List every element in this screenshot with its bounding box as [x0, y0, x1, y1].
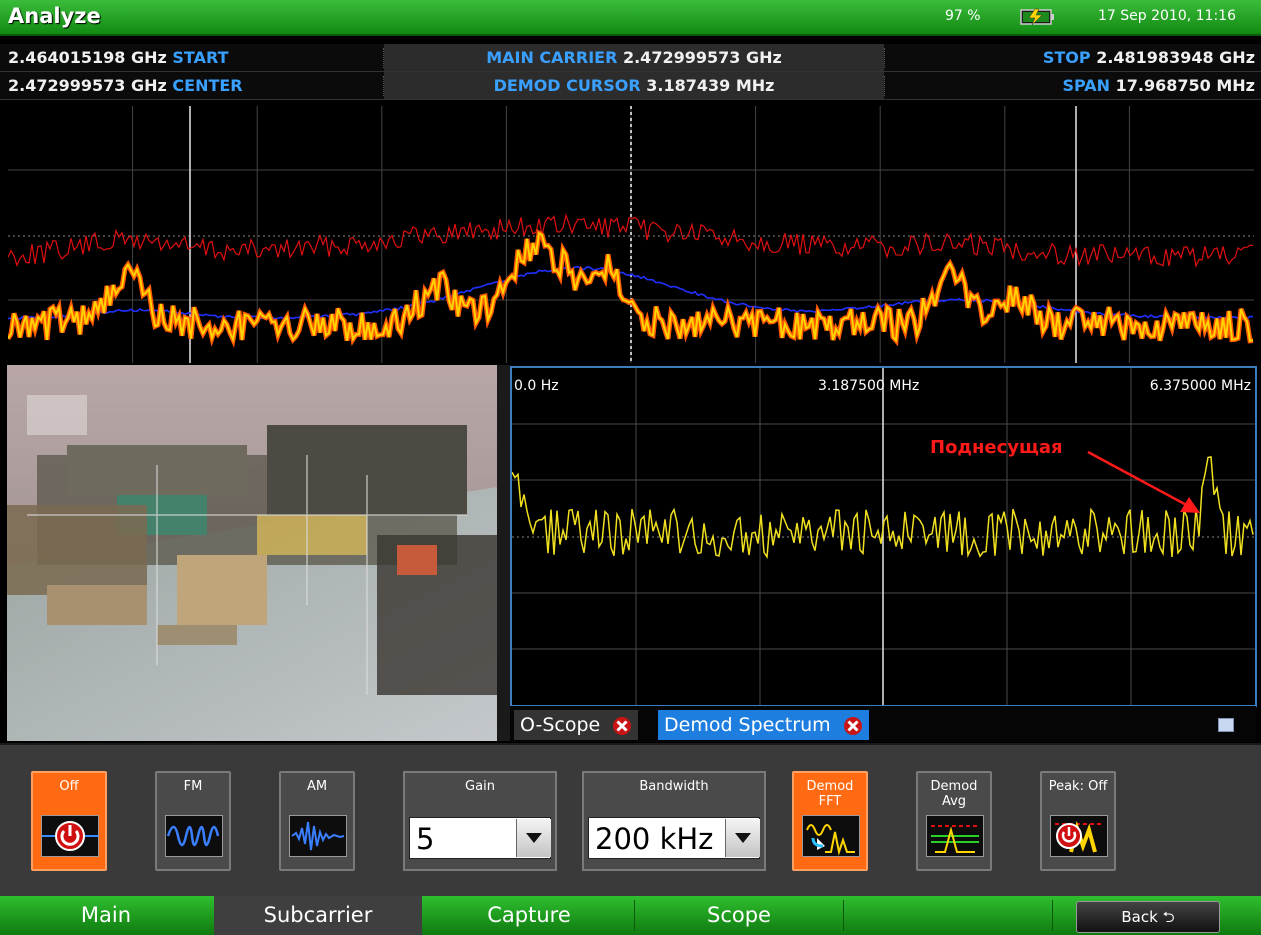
demod-spectrum-panel[interactable]: 0.0 Hz 3.187500 MHz 6.375000 MHz: [510, 366, 1257, 707]
bandwidth-select[interactable]: 200 kHz: [588, 817, 760, 859]
bandwidth-label: Bandwidth: [639, 779, 709, 794]
am-button[interactable]: AM: [279, 771, 355, 871]
demod-avg-label: Demod Avg: [930, 779, 978, 809]
main-carrier-readout[interactable]: MAIN CARRIER 2.472999573 GHz: [384, 44, 884, 71]
demod-cursor-value: 3.187439 MHz: [646, 76, 775, 95]
gain-label: Gain: [465, 779, 495, 794]
chevron-down-icon[interactable]: [516, 819, 551, 857]
chevron-down-icon[interactable]: [725, 819, 760, 857]
demod-cursor-label: DEMOD CURSOR: [493, 76, 641, 95]
tab-o-scope[interactable]: O-Scope: [514, 710, 639, 740]
close-icon[interactable]: [612, 716, 632, 736]
am-button-label: AM: [306, 779, 328, 794]
demod-avg-button[interactable]: Demod Avg: [916, 771, 992, 871]
separator: [884, 48, 885, 68]
fm-button[interactable]: FM: [155, 771, 231, 871]
main-carrier-value: 2.472999573 GHz: [622, 48, 782, 67]
close-icon[interactable]: [843, 716, 863, 736]
span-readout[interactable]: SPAN 17.968750 MHz: [1063, 72, 1255, 99]
video-feed: [7, 365, 510, 741]
center-value: 2.472999573 GHz: [8, 76, 167, 95]
demod-fft-label: Demod FFT: [806, 779, 854, 809]
start-value: 2.464015198 GHz: [8, 48, 167, 67]
demod-fft-button[interactable]: Demod FFT: [792, 771, 868, 871]
bandwidth-value: 200 kHz: [595, 822, 714, 856]
gain-control: Gain 5: [403, 771, 557, 871]
peak-icon: [1050, 815, 1108, 857]
tab-demod-spectrum[interactable]: Demod Spectrum: [658, 710, 869, 740]
stop-value: 2.481983948 GHz: [1096, 48, 1255, 67]
center-label: CENTER: [172, 76, 243, 95]
spectrum-plot[interactable]: [8, 106, 1254, 363]
date-time: 17 Sep 2010, 11:16: [1098, 8, 1236, 24]
off-button[interactable]: Off: [31, 771, 107, 871]
gain-value: 5: [416, 822, 435, 856]
main-carrier-label: MAIN CARRIER: [486, 48, 618, 67]
info-row-2: 2.472999573 GHz CENTER DEMOD CURSOR 3.18…: [0, 72, 1261, 100]
tab-subcarrier[interactable]: Subcarrier: [214, 896, 422, 935]
span-value: 17.968750 MHz: [1115, 76, 1255, 95]
demod-cursor-readout[interactable]: DEMOD CURSOR 3.187439 MHz: [384, 72, 884, 99]
panel-tab-strip: O-Scope Demod Spectrum: [510, 706, 1256, 742]
off-button-label: Off: [59, 779, 79, 794]
tab-divider: [1052, 900, 1053, 931]
tab-scope[interactable]: Scope: [635, 896, 843, 935]
subcarrier-annotation: Поднесущая: [930, 437, 1063, 458]
demod-fft-icon: [802, 815, 860, 857]
title-bar: Analyze 97 % 17 Sep 2010, 11:16: [0, 0, 1261, 36]
peak-label: Peak: Off: [1048, 779, 1108, 794]
power-icon: [41, 815, 99, 857]
stop-label: STOP: [1042, 48, 1091, 67]
back-button[interactable]: Back ⮌: [1076, 901, 1220, 933]
center-readout[interactable]: 2.472999573 GHz CENTER: [8, 72, 243, 99]
annotation-arrowhead: [1180, 497, 1200, 513]
info-row-1: 2.464015198 GHz START MAIN CARRIER 2.472…: [0, 44, 1261, 72]
freq-start-label: 0.0 Hz: [514, 378, 559, 394]
tab-divider: [843, 900, 844, 931]
fm-button-label: FM: [183, 779, 203, 794]
gain-select[interactable]: 5: [409, 817, 551, 859]
span-label: SPAN: [1062, 76, 1111, 95]
control-panel: Off FM AM Gain 5 Bandwidth 200 kHz Demod…: [0, 743, 1261, 898]
battery-percent: 97 %: [945, 8, 981, 24]
demod-spectrum-plot: [512, 368, 1255, 705]
peak-button[interactable]: Peak: Off: [1040, 771, 1116, 871]
panel-menu-icon[interactable]: [1218, 718, 1234, 732]
separator: [884, 76, 885, 96]
start-label: START: [172, 48, 229, 67]
demod-avg-icon: [926, 815, 984, 857]
tab-demod-spectrum-label: Demod Spectrum: [664, 714, 831, 736]
am-wave-icon: [289, 815, 347, 857]
app-title: Analyze: [8, 4, 101, 28]
tab-main[interactable]: Main: [0, 896, 212, 935]
freq-mid-label: 3.187500 MHz: [818, 378, 920, 394]
bandwidth-control: Bandwidth 200 kHz: [582, 771, 766, 871]
start-readout[interactable]: 2.464015198 GHz START: [8, 44, 228, 71]
stop-readout[interactable]: STOP 2.481983948 GHz: [1043, 44, 1255, 71]
bottom-navigation: Main Subcarrier Capture Scope Back ⮌: [0, 896, 1261, 935]
tab-o-scope-label: O-Scope: [520, 714, 601, 736]
battery-charging-icon: [1020, 8, 1054, 26]
freq-end-label: 6.375000 MHz: [1149, 378, 1251, 394]
fm-wave-icon: [165, 815, 223, 857]
tab-capture[interactable]: Capture: [424, 896, 634, 935]
